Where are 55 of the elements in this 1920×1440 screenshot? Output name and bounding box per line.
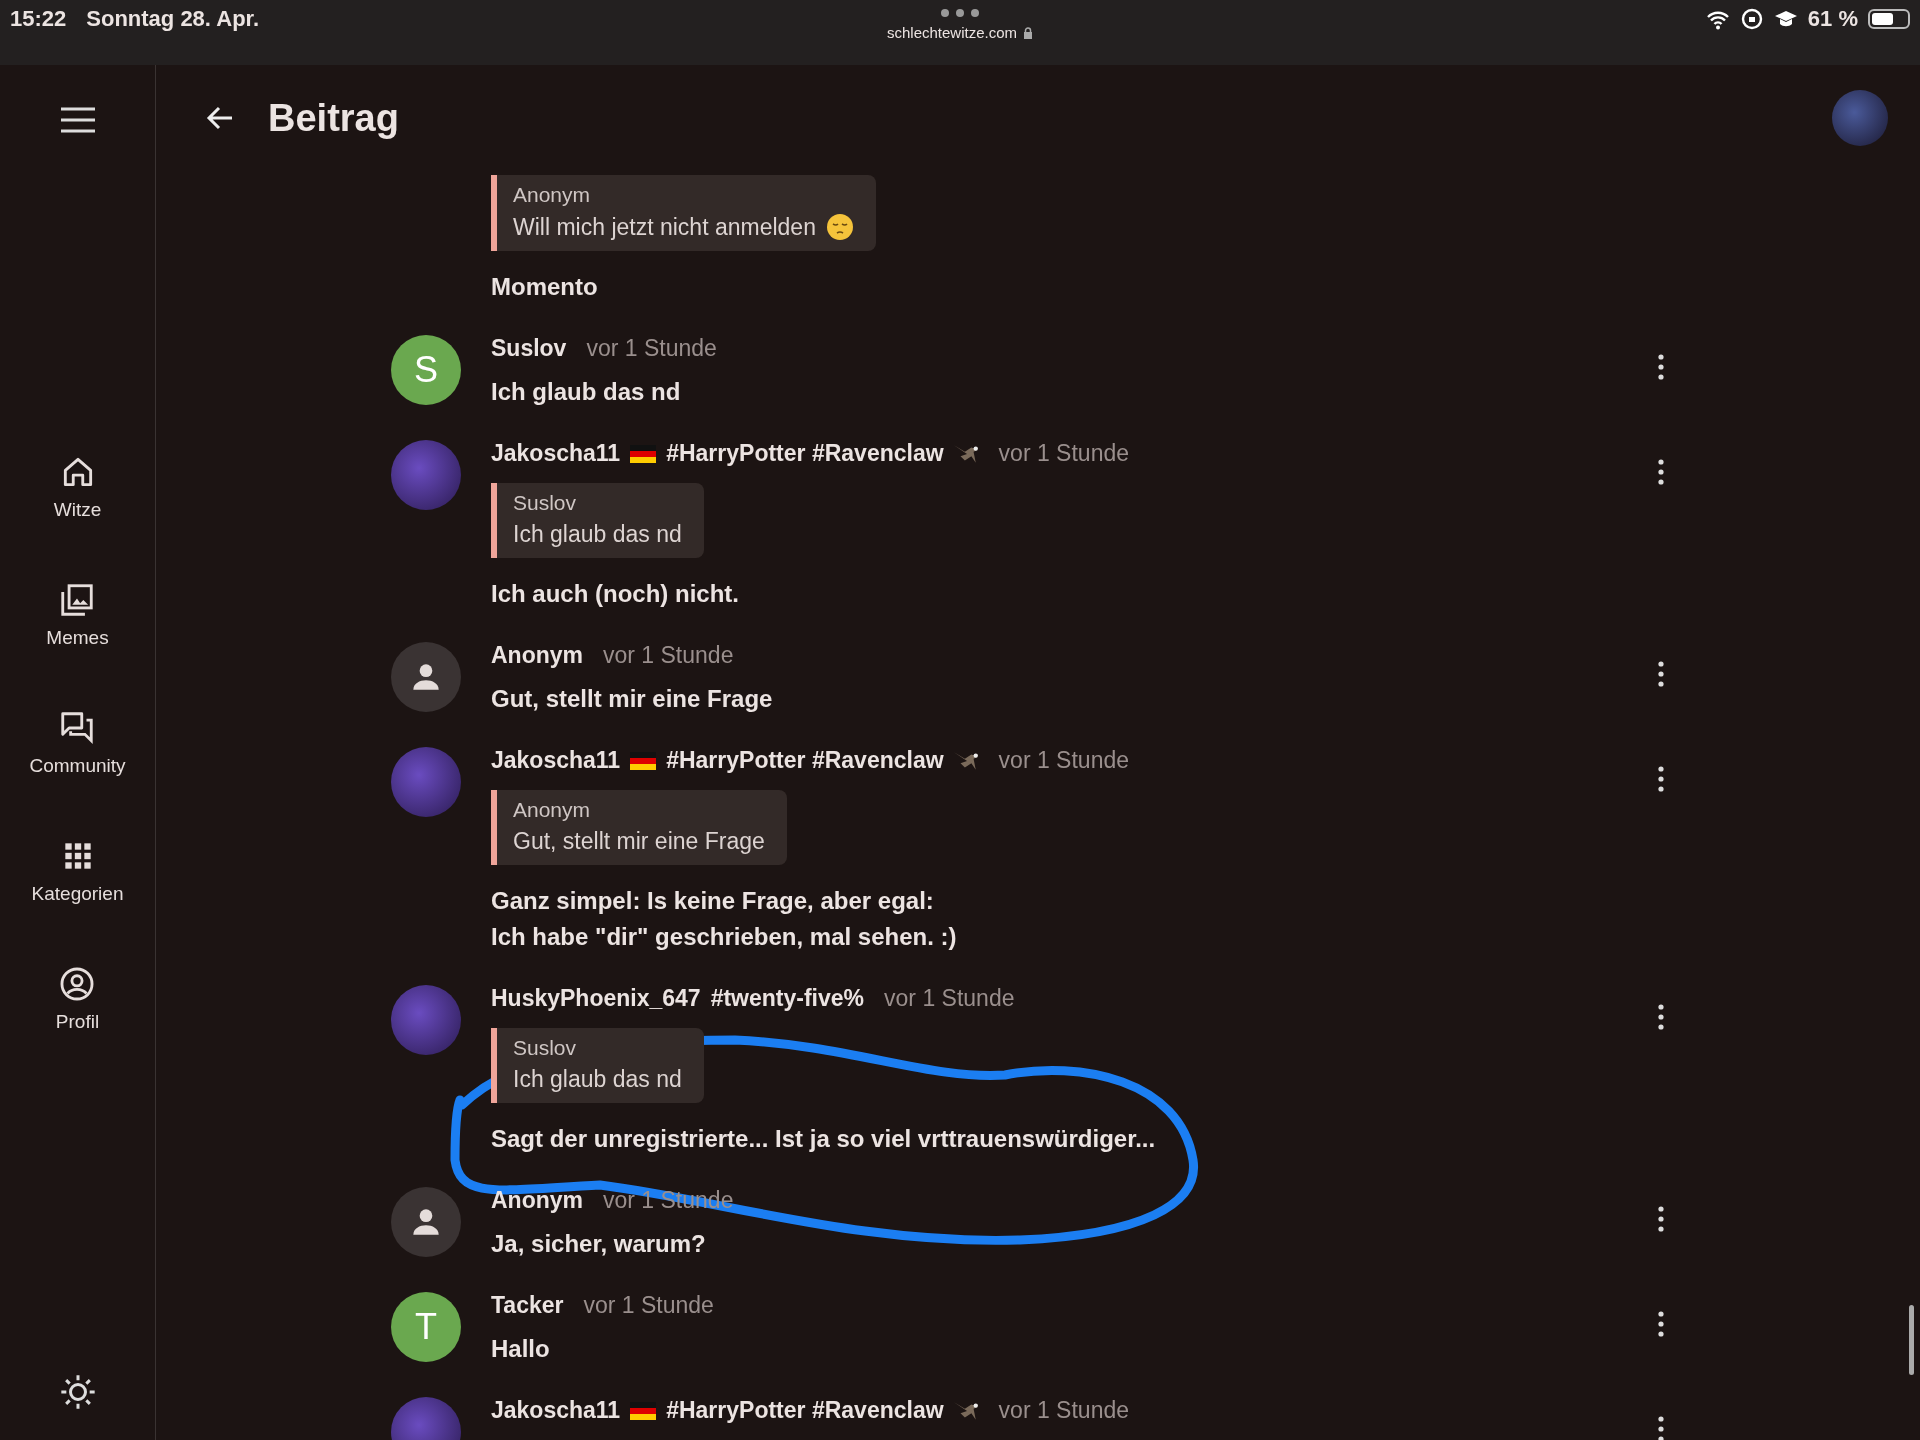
quote-text: Gut, stellt mir eine Frage <box>513 828 765 855</box>
nav-item[interactable]: Community <box>29 709 126 777</box>
comment-text: Hallo <box>491 1334 551 1364</box>
scrollbar[interactable] <box>1909 1305 1914 1375</box>
timestamp: vor 1 Stunde <box>603 642 734 669</box>
quote-author: Anonym <box>513 183 592 207</box>
user-tags: #HarryPotter #Ravenclaw <box>666 747 944 774</box>
comment-text: Momento <box>491 272 599 302</box>
nav-item[interactable]: Profil <box>55 965 100 1033</box>
author-name: Tacker <box>491 1292 564 1319</box>
author-name: Anonym <box>491 642 583 669</box>
lock-icon <box>1023 26 1034 39</box>
quote-author: Suslov <box>513 1036 578 1060</box>
user-tags: #HarryPotter #Ravenclaw <box>666 1397 944 1424</box>
quote-text: Will mich jetzt nicht anmelden <box>513 213 816 241</box>
user-tags: #twenty-five% <box>710 985 865 1012</box>
quote-text: Ich glaub das nd <box>513 1066 682 1093</box>
author-name: Jakoscha11 <box>491 1397 621 1424</box>
author-name: HuskyPhoenix_647 <box>491 985 701 1012</box>
timestamp: vor 1 Stunde <box>586 335 717 362</box>
author-name: Jakoscha11 <box>491 440 621 467</box>
timestamp: vor 1 Stunde <box>998 1397 1129 1424</box>
clock-text: 15:22 <box>10 6 67 32</box>
date-text: Sonntag 28. Apr. <box>86 6 260 32</box>
comment-text: Sagt der unregistrierte... Ist ja so viel vrttrauenswürdiger... <box>491 1124 1157 1154</box>
battery-icon <box>1868 9 1910 29</box>
menu-icon[interactable] <box>60 107 95 133</box>
timestamp: vor 1 Stunde <box>583 1292 714 1319</box>
nav-item[interactable]: Witze <box>53 453 102 521</box>
user-tags: #HarryPotter #Ravenclaw <box>666 440 944 467</box>
avatar-placeholder[interactable] <box>1832 90 1888 146</box>
page-title: Beitrag <box>268 96 399 140</box>
timestamp: vor 1 Stunde <box>998 440 1129 467</box>
quote-author: Suslov <box>513 491 578 515</box>
avatar: T <box>391 1292 461 1362</box>
author-name: Jakoscha11 <box>491 747 621 774</box>
avatar: S <box>391 335 461 405</box>
author-name: Anonym <box>491 1187 583 1214</box>
address-text: schlechtewitze.com <box>886 24 1018 41</box>
quote-text: Ich glaub das nd <box>513 521 682 548</box>
author-name: Suslov <box>491 335 567 362</box>
comment-text: Ich auch (noch) nicht. <box>491 579 740 609</box>
comment-text: Ja, sicher, warum? <box>491 1229 707 1259</box>
nav-item[interactable]: Kategorien <box>31 837 124 905</box>
comment-text: Ich habe "dir" geschrieben, mal sehen. :) <box>491 922 958 952</box>
comment-text: Ganz simpel: Is keine Frage, aber egal: <box>491 886 935 916</box>
timestamp: vor 1 Stunde <box>998 747 1129 774</box>
comment-text: Ich glaub das nd <box>491 377 682 407</box>
timestamp: vor 1 Stunde <box>884 985 1015 1012</box>
battery-text: 61 % <box>1807 6 1858 32</box>
rotation-lock-icon <box>1739 8 1764 30</box>
quote-author: Anonym <box>513 798 592 822</box>
comment-text: Gut, stellt mir eine Frage <box>491 684 774 714</box>
more-icon[interactable] <box>940 8 980 18</box>
nav-item[interactable]: Memes <box>46 581 109 649</box>
